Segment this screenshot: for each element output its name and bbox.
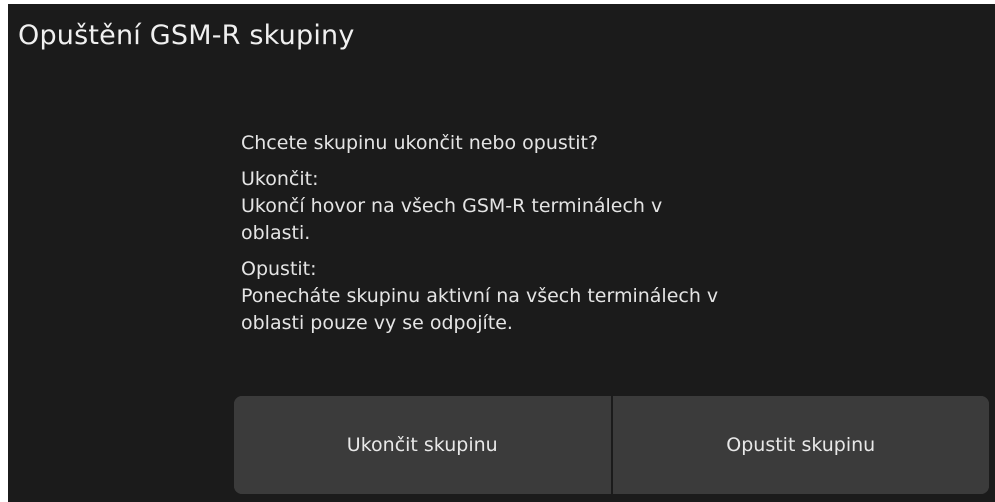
dialog-message: Chcete skupinu ukončit nebo opustit? Uko… [241,130,861,346]
end-text-line-1: Ukončí hovor na všech GSM-R terminálech … [241,195,663,217]
question-text: Chcete skupinu ukončit nebo opustit? [241,132,599,154]
end-description: Ukončit: Ukončí hovor na všech GSM-R ter… [241,166,861,247]
leave-text-line-1: Ponecháte skupinu aktivní na všech termi… [241,285,719,307]
leave-group-button[interactable]: Opustit skupinu [610,396,989,494]
leave-description: Opustit: Ponecháte skupinu aktivní na vš… [241,256,861,337]
leave-text-line-2: oblasti pouze vy se odpojíte. [241,312,513,334]
end-heading: Ukončit: [241,168,319,190]
leave-group-dialog: Opuštění GSM-R skupiny Chcete skupinu uk… [8,4,995,502]
leave-heading: Opustit: [241,258,317,280]
dialog-title: Opuštění GSM-R skupiny [18,20,355,51]
end-group-button[interactable]: Ukončit skupinu [234,396,611,494]
end-text-line-2: oblasti. [241,222,311,244]
dialog-button-bar: Ukončit skupinu Opustit skupinu [234,396,989,494]
